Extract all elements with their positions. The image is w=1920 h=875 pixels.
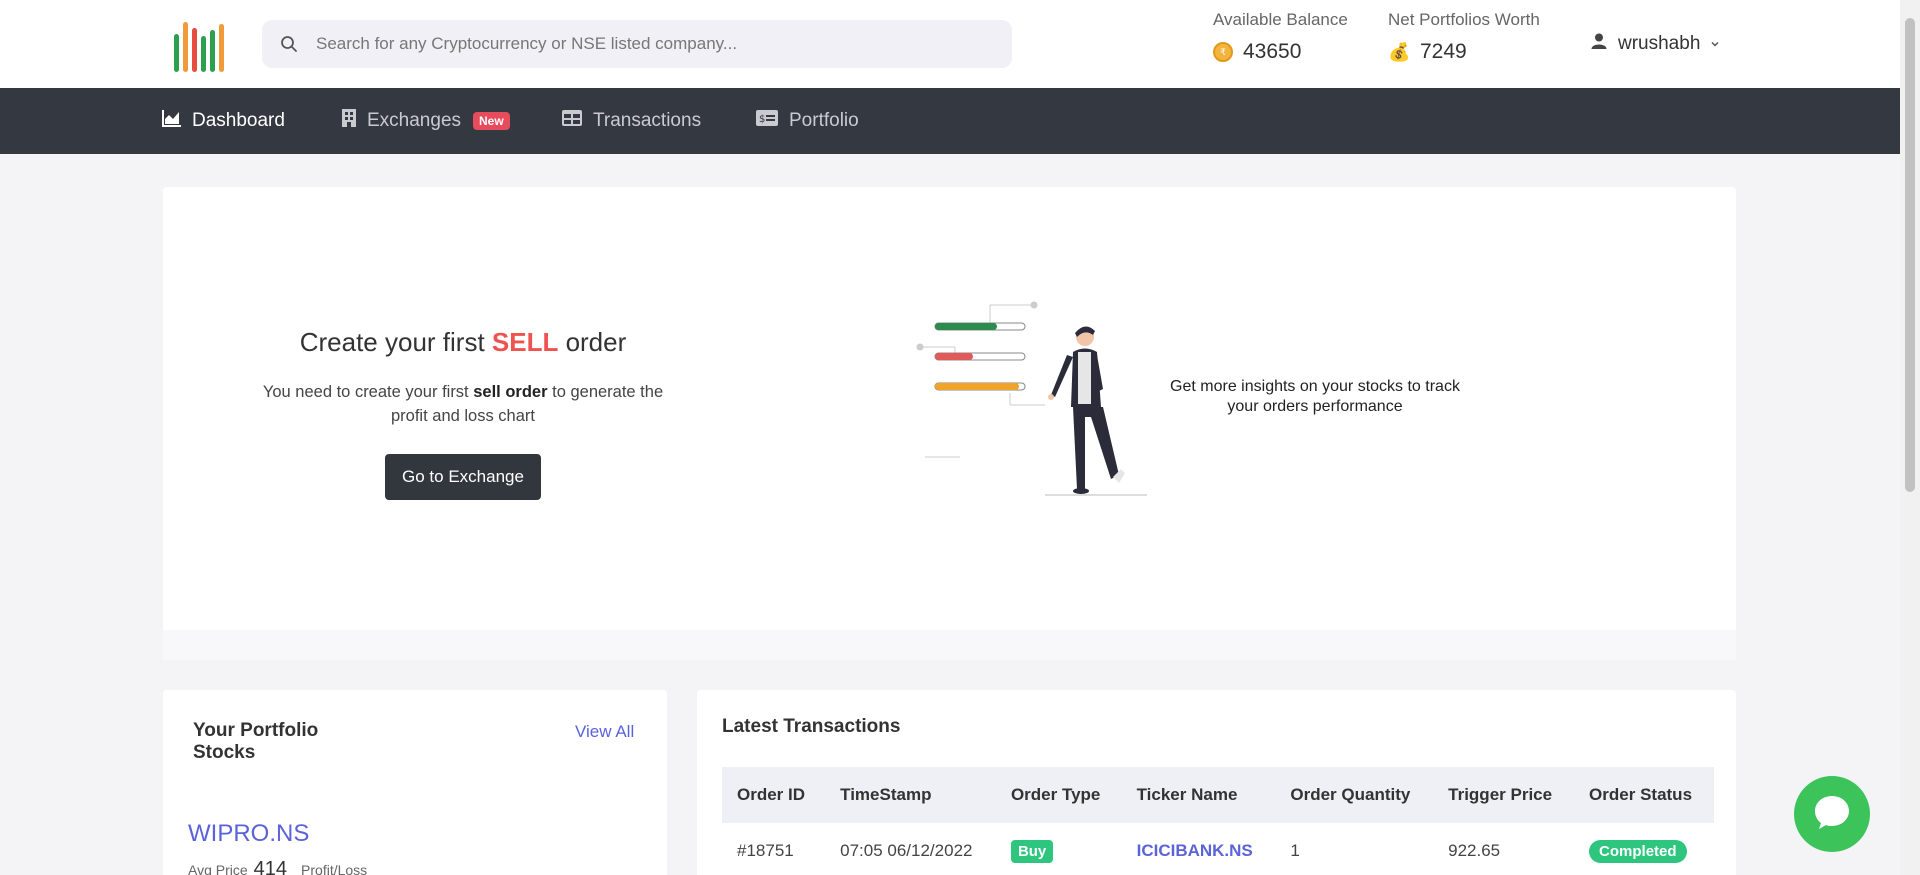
- column-header: Order ID: [722, 767, 826, 823]
- insights-illustration: [916, 301, 1147, 496]
- portfolio-stock-meta: Avg Price 414 Profit/Loss: [188, 858, 367, 875]
- order-id: #18751: [737, 841, 794, 860]
- hero-description: You need to create your first sell order…: [262, 383, 664, 425]
- chat-icon: [1812, 792, 1852, 837]
- insight-text: Get more insights on your stocks to trac…: [1170, 378, 1460, 415]
- trigger-price: 922.65: [1448, 841, 1501, 860]
- nav-label-transactions: Transactions: [593, 110, 702, 131]
- nav-label-portfolio: Portfolio: [789, 110, 859, 131]
- latest-transactions-card: Latest Transactions Order ID TimeStamp O…: [697, 690, 1736, 875]
- page-scrollbar[interactable]: [1900, 0, 1920, 875]
- sell-order-prompt: Create your first SELL order You need to…: [253, 327, 673, 500]
- money-bag-icon: 💰: [1388, 42, 1411, 62]
- search-icon: [262, 35, 316, 53]
- nav-item-transactions[interactable]: Transactions: [561, 88, 701, 154]
- order-quantity: 1: [1290, 841, 1300, 860]
- column-header: TimeStamp: [825, 767, 996, 823]
- chart-icon: [162, 109, 182, 133]
- coin-icon: ₹: [1213, 42, 1233, 62]
- net-portfolio-worth: Net Portfolios Worth 💰 7249: [1388, 10, 1540, 64]
- net-worth-value: 7249: [1420, 40, 1467, 63]
- nav-label-dashboard: Dashboard: [192, 110, 285, 131]
- net-worth-label: Net Portfolios Worth: [1388, 10, 1540, 29]
- timestamp: 07:05 06/12/2022: [840, 841, 973, 860]
- hero-title: Create your first SELL order: [299, 327, 627, 357]
- avg-price-label: Avg Price: [188, 862, 248, 875]
- column-header: Order Quantity: [1275, 767, 1434, 823]
- main-nav: Dashboard Exchanges New Transactions $ P…: [0, 88, 1900, 154]
- column-header: Order Status: [1574, 767, 1714, 823]
- svg-text:$: $: [759, 114, 765, 125]
- transactions-table: Order ID TimeStamp Order Type Ticker Nam…: [722, 767, 1714, 875]
- portfolio-title: Your Portfolio Stocks: [193, 720, 319, 763]
- portfolio-stock-name[interactable]: WIPRO.NS: [188, 820, 309, 848]
- new-badge: New: [473, 112, 510, 130]
- column-header: Trigger Price: [1433, 767, 1575, 823]
- sell-highlight: SELL: [491, 327, 559, 357]
- column-header: Order Type: [995, 767, 1122, 823]
- table-row[interactable]: #18751 07:05 06/12/2022 Buy ICICIBANK.NS…: [722, 823, 1714, 875]
- scrollbar-thumb[interactable]: [1905, 18, 1915, 492]
- top-header: Available Balance ₹ 43650 Net Portfolios…: [0, 0, 1900, 88]
- order-type-cell: Buy: [996, 823, 1122, 875]
- app-logo[interactable]: [172, 16, 232, 72]
- status-badge: Completed: [1589, 840, 1687, 863]
- profit-loss-label: Profit/Loss: [301, 862, 368, 875]
- wallet-icon: $: [755, 109, 779, 133]
- nav-label-exchanges: Exchanges: [367, 110, 462, 131]
- available-balance: Available Balance ₹ 43650: [1213, 10, 1348, 64]
- ticker-link[interactable]: ICICIBANK.NS: [1137, 841, 1253, 860]
- go-to-exchange-button[interactable]: Go to Exchange: [385, 454, 541, 500]
- portfolio-stocks-card: Your Portfolio Stocks View All WIPRO.NS …: [163, 690, 667, 875]
- search-input[interactable]: [316, 34, 996, 54]
- search-bar[interactable]: [262, 20, 1012, 68]
- available-balance-value: 43650: [1243, 40, 1302, 63]
- building-icon: [341, 108, 357, 134]
- nav-item-dashboard[interactable]: Dashboard: [162, 88, 285, 154]
- order-type-badge: Buy: [1010, 840, 1054, 863]
- avg-price-value: 414: [253, 858, 288, 875]
- available-balance-label: Available Balance: [1213, 10, 1348, 29]
- column-header: Ticker Name: [1121, 767, 1276, 823]
- view-all-link[interactable]: View All: [575, 722, 634, 742]
- table-icon: [561, 109, 583, 133]
- chevron-down-icon: [1710, 33, 1720, 55]
- table-header-row: Order ID TimeStamp Order Type Ticker Nam…: [722, 767, 1714, 823]
- transactions-title: Latest Transactions: [722, 716, 901, 737]
- chat-widget-button[interactable]: [1794, 776, 1870, 852]
- username: wrushabh: [1618, 33, 1701, 54]
- nav-item-portfolio[interactable]: $ Portfolio: [755, 88, 859, 154]
- status-cell: Completed: [1574, 823, 1714, 875]
- sell-order-prompt-card: Create your first SELL order You need to…: [163, 187, 1736, 660]
- user-icon: [1590, 32, 1608, 56]
- ticker-cell: ICICIBANK.NS: [1122, 823, 1276, 875]
- hero-card-footer: [163, 630, 1736, 660]
- nav-item-exchanges[interactable]: Exchanges New: [341, 88, 510, 154]
- user-menu[interactable]: wrushabh: [1590, 32, 1720, 56]
